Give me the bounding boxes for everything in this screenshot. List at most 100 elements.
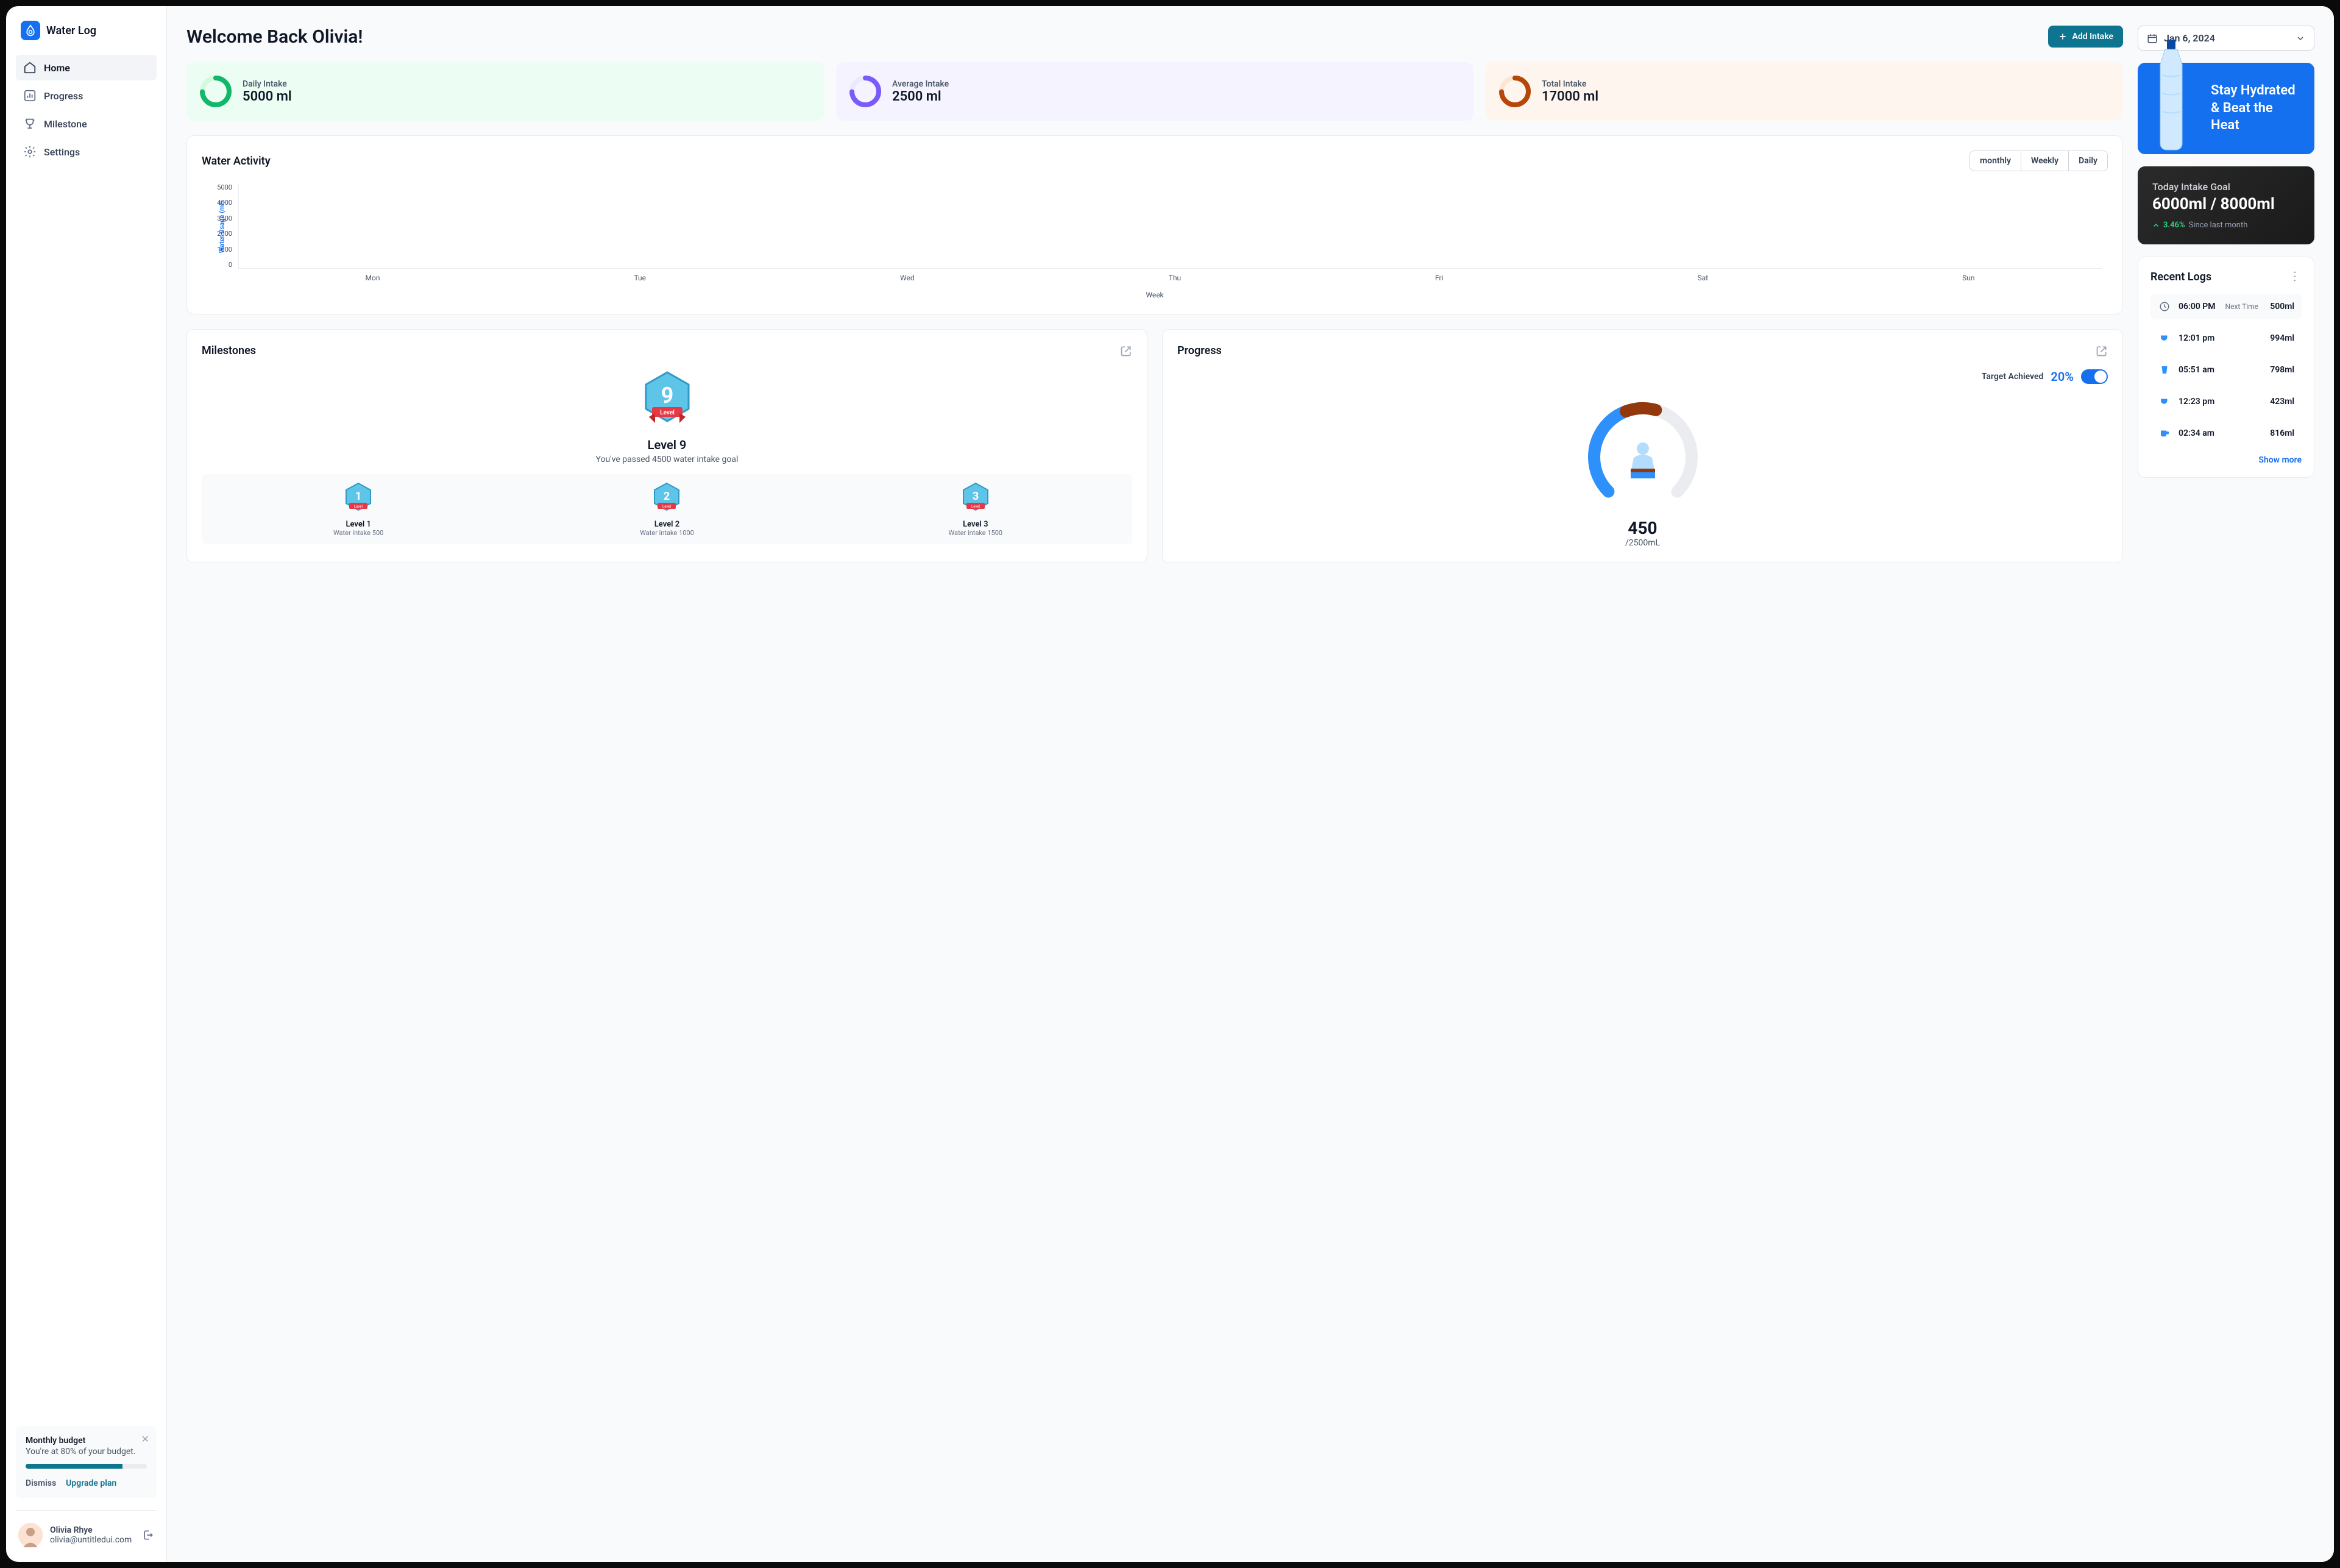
bottle-icon [2150, 38, 2193, 154]
x-tick: Wed [900, 274, 915, 282]
avatar[interactable] [18, 1523, 43, 1547]
svg-text:1: 1 [355, 490, 361, 503]
app-logo: Water Log [16, 21, 157, 40]
goal-percent: 3.46% [2163, 221, 2185, 230]
page-title: Welcome Back Olivia! [186, 26, 363, 48]
person-icon [1625, 439, 1661, 482]
progress-toggle[interactable] [2081, 369, 2108, 384]
nav-label: Settings [44, 146, 80, 158]
svg-text:9: 9 [661, 383, 673, 408]
progress-value: 450 [1177, 518, 2108, 538]
nav-item-home[interactable]: Home [16, 55, 157, 80]
goal-since: Since last month [2189, 221, 2248, 230]
tab-daily[interactable]: Daily [2069, 151, 2107, 171]
plus-icon [2058, 32, 2068, 41]
progress-card: Progress Target Achieved 20% [1162, 329, 2123, 563]
logs-title: Recent Logs [2150, 271, 2211, 283]
y-tick: 2000 [210, 230, 232, 238]
ring-icon [848, 74, 882, 108]
nav-item-progress[interactable]: Progress [16, 83, 157, 108]
goal-label: Today Intake Goal [2152, 181, 2300, 193]
nav-item-milestone[interactable]: Milestone [16, 111, 157, 137]
sidebar: Water Log Home Progress Milestone Settin… [6, 6, 167, 1562]
add-intake-button[interactable]: Add Intake [2048, 26, 2123, 48]
chart-tabs: monthly Weekly Daily [1970, 151, 2108, 171]
milestones-card: Milestones 9Level Level 9 You've passed … [186, 329, 1147, 563]
card-title: Progress [1177, 344, 1222, 357]
target-label: Target Achieved [1982, 372, 2044, 381]
more-icon[interactable]: ⋯ [2288, 271, 2303, 283]
gear-icon [23, 145, 37, 158]
svg-text:Level: Level [663, 505, 672, 509]
external-link-icon[interactable] [2096, 345, 2108, 357]
badge-level-2[interactable]: 2LevelLevel 2Water intake 1000 [517, 481, 816, 537]
stat-value: 5000 ml [243, 89, 292, 104]
nav-item-settings[interactable]: Settings [16, 139, 157, 165]
svg-text:3: 3 [973, 490, 979, 503]
progress-gauge [1582, 396, 1704, 518]
water-activity-card: Water Activity monthly Weekly Daily Wate… [186, 135, 2123, 314]
y-tick: 5000 [210, 183, 232, 191]
svg-text:Level: Level [971, 505, 980, 509]
badge-level-3[interactable]: 3LevelLevel 3Water intake 1500 [826, 481, 1125, 537]
log-time: 06:00 PM [2179, 302, 2216, 311]
logout-icon[interactable] [142, 1529, 154, 1541]
milestone-level: Level 9 [202, 438, 1132, 452]
mug-icon [2158, 427, 2171, 440]
log-time: 05:51 am [2179, 365, 2214, 375]
user-profile: Olivia Rhye olivia@untitledui.com [16, 1510, 157, 1547]
app-name: Water Log [46, 24, 96, 37]
trophy-icon [23, 117, 37, 130]
dismiss-button[interactable]: Dismiss [26, 1478, 56, 1488]
upgrade-plan-link[interactable]: Upgrade plan [66, 1478, 116, 1488]
log-amount: 994ml [2270, 333, 2294, 343]
stat-value: 2500 ml [892, 89, 949, 104]
user-name: Olivia Rhye [50, 1525, 135, 1535]
hydrate-text: Stay Hydrated & Beat the Heat [2211, 82, 2300, 135]
progress-total: /2500mL [1177, 538, 2108, 548]
svg-text:Level: Level [660, 410, 675, 416]
goal-value: 6000ml / 8000ml [2152, 195, 2300, 213]
milestone-subtitle: You've passed 4500 water intake goal [202, 455, 1132, 464]
badge-level-1[interactable]: 1LevelLevel 1Water intake 500 [209, 481, 508, 537]
ring-icon [1498, 74, 1532, 108]
user-email: olivia@untitledui.com [50, 1535, 135, 1545]
budget-card: ✕ Monthly budget You're at 80% of your b… [16, 1426, 157, 1498]
stat-value: 17000 ml [1542, 89, 1598, 104]
chart-area: Water Usage (ml) 500040003500200010000 M… [202, 183, 2108, 299]
nav-label: Home [44, 62, 70, 74]
log-amount: 816ml [2270, 428, 2294, 438]
log-item[interactable]: 02:34 am 816ml [2150, 420, 2302, 446]
clock-icon [2158, 300, 2171, 313]
y-tick: 0 [210, 261, 232, 269]
y-tick: 3500 [210, 215, 232, 222]
stat-average-intake: Average Intake2500 ml [836, 62, 1473, 121]
show-more-link[interactable]: Show more [2258, 455, 2302, 465]
log-amount: 798ml [2270, 365, 2294, 375]
log-time: 12:01 pm [2179, 333, 2214, 343]
budget-subtitle: You're at 80% of your budget. [26, 1447, 147, 1456]
tab-weekly[interactable]: Weekly [2021, 151, 2069, 171]
arrow-up-icon [2152, 222, 2160, 229]
tab-monthly[interactable]: monthly [1970, 151, 2021, 171]
cup-icon [2158, 395, 2171, 408]
ring-icon [199, 74, 233, 108]
nav-label: Progress [44, 90, 83, 102]
hydrate-banner: Stay Hydrated & Beat the Heat [2138, 63, 2314, 154]
close-icon[interactable]: ✕ [141, 1433, 149, 1445]
recent-logs-card: Recent Logs ⋯ 06:00 PMNext Time500ml 12:0… [2138, 257, 2314, 478]
log-time: 02:34 am [2179, 428, 2214, 438]
cup-icon [2158, 332, 2171, 345]
x-tick: Sat [1698, 274, 1709, 282]
target-percent: 20% [2051, 369, 2074, 384]
y-tick: 4000 [210, 199, 232, 207]
log-item[interactable]: 12:01 pm 994ml [2150, 325, 2302, 351]
stats-row: Daily Intake5000 ml Average Intake2500 m… [186, 62, 2123, 121]
svg-text:Level: Level [354, 505, 363, 509]
bar-chart-icon [23, 89, 37, 102]
log-item[interactable]: 12:23 pm423ml [2150, 389, 2302, 414]
chevron-down-icon [2296, 34, 2305, 43]
log-item[interactable]: 05:51 am 798ml [2150, 357, 2302, 383]
log-item[interactable]: 06:00 PMNext Time500ml [2150, 294, 2302, 319]
external-link-icon[interactable] [1120, 345, 1132, 357]
